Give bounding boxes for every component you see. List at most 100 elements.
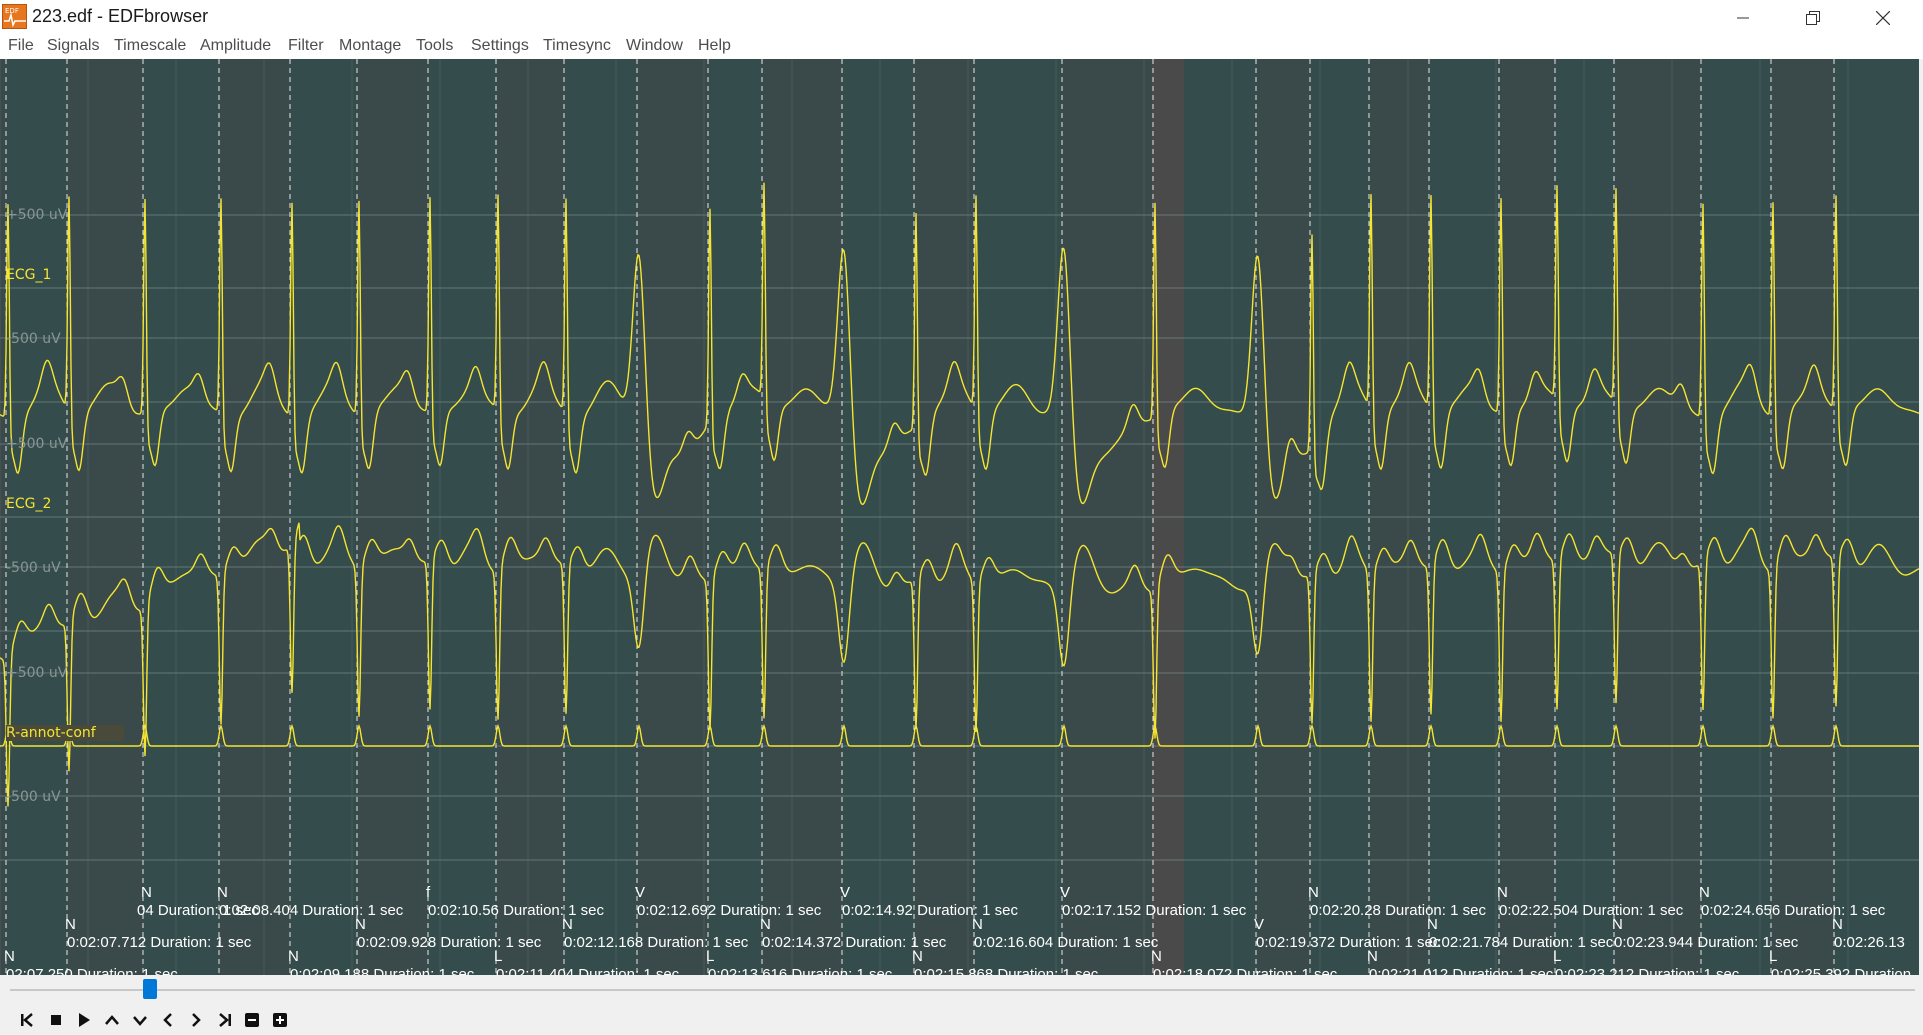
annotation-label[interactable]: 0:02:09.188 Duration: 1 sec bbox=[290, 966, 474, 975]
time-scrollbar[interactable] bbox=[0, 975, 1923, 1003]
close-button[interactable] bbox=[1860, 0, 1906, 35]
menu-amplitude[interactable]: Amplitude bbox=[200, 37, 271, 55]
annotation-label[interactable]: 0:02:10.56 Duration: 1 sec bbox=[428, 902, 604, 919]
annotation-label[interactable]: 0:02:26.13 bbox=[1834, 934, 1905, 951]
annotation-type-label[interactable]: V bbox=[635, 884, 645, 901]
annotation-label[interactable]: 0:02:07.712 Duration: 1 sec bbox=[67, 934, 251, 951]
ecg1-lower-scale: -500 uV bbox=[6, 331, 61, 347]
annotation-type-label[interactable]: N bbox=[65, 916, 76, 933]
scroll-down-button[interactable] bbox=[128, 1008, 152, 1032]
zoom-out-button[interactable] bbox=[240, 1008, 264, 1032]
annotation-label[interactable]: 0:02:21.012 Duration: 1 sec bbox=[1369, 966, 1553, 975]
skip-to-start-button[interactable] bbox=[16, 1008, 40, 1032]
annotation-label[interactable]: 0:02:24.656 Duration: 1 sec bbox=[1701, 902, 1885, 919]
menu-tools[interactable]: Tools bbox=[416, 37, 453, 55]
annotation-label[interactable]: 0:02:25.392 Duration bbox=[1771, 966, 1911, 975]
annotation-label[interactable]: 02:07.250 Duration: 1 sec bbox=[6, 966, 178, 975]
scroll-track[interactable] bbox=[10, 989, 1915, 991]
minimize-button[interactable] bbox=[1720, 0, 1766, 35]
annotation-type-label[interactable]: L bbox=[706, 948, 714, 965]
annotation-label[interactable]: 0:02:17.152 Duration: 1 sec bbox=[1062, 902, 1246, 919]
annotation-type-label[interactable]: N bbox=[141, 884, 152, 901]
annotation-type-label[interactable]: N bbox=[288, 948, 299, 965]
play-icon bbox=[79, 1013, 90, 1027]
menu-timesync[interactable]: Timesync bbox=[543, 37, 611, 55]
annotation-type-label[interactable]: V bbox=[1060, 884, 1070, 901]
annotation-type-label[interactable]: N bbox=[355, 916, 366, 933]
play-button[interactable] bbox=[72, 1008, 96, 1032]
annotation-type-label[interactable]: N bbox=[1367, 948, 1378, 965]
minimize-icon bbox=[1737, 17, 1749, 18]
signal-label-ecg-2[interactable]: ECG_2 bbox=[6, 496, 51, 512]
r-annot-conf-trace bbox=[0, 723, 1919, 747]
window-title: 223.edf - EDFbrowser bbox=[32, 6, 209, 26]
menu-bar: File Signals Timescale Amplitude Filter … bbox=[0, 35, 1923, 59]
annotation-type-label[interactable]: L bbox=[1769, 948, 1777, 965]
step-forward-button[interactable] bbox=[184, 1008, 208, 1032]
annotation-type-label[interactable]: L bbox=[1553, 948, 1561, 965]
annotation-label[interactable]: 0:02:12.692 Duration: 1 sec bbox=[637, 902, 821, 919]
annotation-type-label[interactable]: V bbox=[1254, 916, 1264, 933]
stop-icon bbox=[51, 1015, 61, 1025]
title-bar: EDF 223.edf - EDFbrowser bbox=[0, 0, 1923, 35]
stop-button[interactable] bbox=[44, 1008, 68, 1032]
restore-button[interactable] bbox=[1790, 0, 1836, 35]
annotation-type-label[interactable]: N bbox=[912, 948, 923, 965]
step-back-icon bbox=[163, 1013, 172, 1027]
annotation-label[interactable]: 0:02:11.404 Duration: 1 sec bbox=[496, 966, 679, 975]
annotation-type-label[interactable]: N bbox=[1699, 884, 1710, 901]
menu-file[interactable]: File bbox=[8, 37, 34, 55]
annotation-label[interactable]: 0:02:20.28 Duration: 1 sec bbox=[1310, 902, 1486, 919]
annotation-type-label[interactable]: N bbox=[1427, 916, 1438, 933]
menu-window[interactable]: Window bbox=[626, 37, 683, 55]
annotation-label[interactable]: 0:02:12.168 Duration: 1 sec bbox=[564, 934, 748, 951]
viewer-right-edge bbox=[1919, 59, 1923, 975]
rannot-upper-scale: +500 uV bbox=[6, 665, 68, 681]
playback-toolbar bbox=[0, 1003, 1923, 1035]
annotation-type-label[interactable]: N bbox=[562, 916, 573, 933]
annotation-type-label[interactable]: N bbox=[1832, 916, 1843, 933]
annotation-label[interactable]: 0:02:22.504 Duration: 1 sec bbox=[1499, 902, 1683, 919]
annotation-type-label[interactable]: N bbox=[760, 916, 771, 933]
annotation-type-label[interactable]: N bbox=[1497, 884, 1508, 901]
annotation-type-label[interactable]: N bbox=[217, 884, 228, 901]
menu-help[interactable]: Help bbox=[698, 37, 731, 55]
annotation-label[interactable]: 0:02:23.212 Duration: 1 sec bbox=[1555, 966, 1739, 975]
annotation-label[interactable]: 0:02:13.616 Duration: 1 sec bbox=[708, 966, 892, 975]
annotation-type-label[interactable]: N bbox=[1308, 884, 1319, 901]
scroll-thumb[interactable] bbox=[143, 979, 158, 999]
annotation-label[interactable]: 0:02:14.92 Duration: 1 sec bbox=[842, 902, 1018, 919]
signal-label-ecg-1[interactable]: ECG_1 bbox=[6, 267, 51, 283]
step-back-button[interactable] bbox=[156, 1008, 180, 1032]
scroll-up-icon bbox=[105, 1015, 119, 1025]
annotation-label[interactable]: 0:02:15.868 Duration: 1 sec bbox=[914, 966, 1098, 975]
annotation-label[interactable]: 0:02:16.604 Duration: 1 sec bbox=[974, 934, 1158, 951]
close-icon bbox=[1876, 10, 1890, 25]
annotation-type-label[interactable]: L bbox=[494, 948, 502, 965]
scroll-down-icon bbox=[133, 1016, 147, 1026]
signal-plot bbox=[0, 59, 1919, 975]
skip-to-end-button[interactable] bbox=[212, 1008, 236, 1032]
menu-montage[interactable]: Montage bbox=[339, 37, 401, 55]
skip-to-end-icon bbox=[219, 1013, 231, 1027]
annotation-type-label[interactable]: N bbox=[1612, 916, 1623, 933]
annotation-label[interactable]: 0:02:19.372 Duration: 1 sec bbox=[1256, 934, 1440, 951]
annotation-label[interactable]: 0:02:09.928 Duration: 1 sec bbox=[357, 934, 541, 951]
scroll-up-button[interactable] bbox=[100, 1008, 124, 1032]
annotation-type-label[interactable]: V bbox=[840, 884, 850, 901]
signal-label-r-annot-conf[interactable]: R-annot-conf bbox=[6, 725, 124, 741]
menu-signals[interactable]: Signals bbox=[47, 37, 99, 55]
annotation-type-label[interactable]: N bbox=[1151, 948, 1162, 965]
zoom-in-button[interactable] bbox=[268, 1008, 292, 1032]
edf-app-icon: EDF bbox=[2, 4, 27, 29]
menu-settings[interactable]: Settings bbox=[471, 37, 529, 55]
annotation-label[interactable]: 0:02:18.072 Duration: 1 sec bbox=[1153, 966, 1337, 975]
signal-viewer[interactable]: +500 uV ECG_1 -500 uV +500 uV ECG_2 -500… bbox=[0, 59, 1919, 975]
annotation-type-label[interactable]: f bbox=[426, 884, 430, 901]
annotation-type-label[interactable]: N bbox=[972, 916, 983, 933]
annotation-label[interactable]: 0:02:08.404 Duration: 1 sec bbox=[219, 902, 403, 919]
annotation-type-label[interactable]: N bbox=[4, 948, 15, 965]
menu-filter[interactable]: Filter bbox=[288, 37, 324, 55]
menu-timescale[interactable]: Timescale bbox=[114, 37, 186, 55]
annotation-label[interactable]: 0:02:21.784 Duration: 1 sec bbox=[1429, 934, 1613, 951]
